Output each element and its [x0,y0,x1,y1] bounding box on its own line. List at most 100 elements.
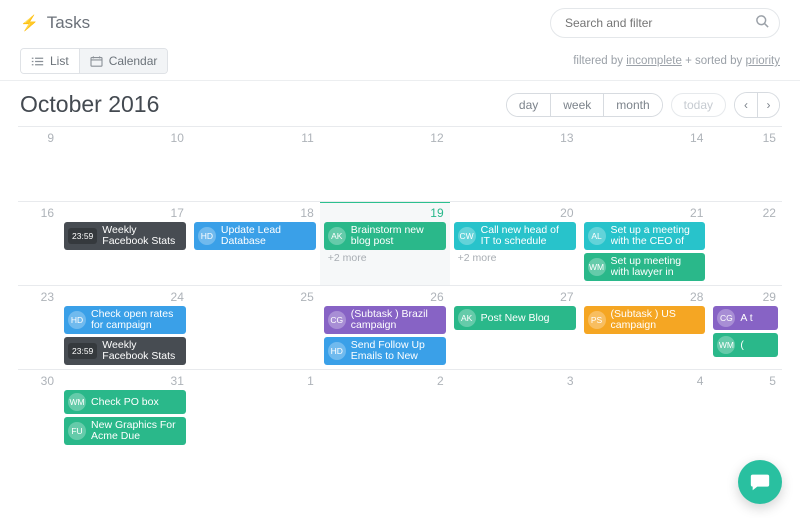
today-indicator [320,202,450,203]
event[interactable]: WMSet up meeting with lawyer in [584,253,706,281]
month-title: October 2016 [20,91,159,118]
event[interactable]: HDSend Follow Up Emails to New [324,337,446,365]
bolt-icon: ⚡ [20,14,39,32]
events: HDCheck open rates for campaign 23:59Week… [64,306,186,365]
day-number: 10 [64,130,186,145]
day-cell[interactable]: 22 [709,202,782,285]
events: ALSet up a meeting with the CEO of WMSet … [584,222,706,281]
event[interactable]: 23:59Weekly Facebook Stats [64,337,186,365]
filter-link[interactable]: incomplete [626,55,682,67]
day-number: 27 [454,289,576,304]
day-cell[interactable]: 20CWCall new head of IT to schedule+2 mo… [450,202,580,285]
day-number: 4 [584,373,706,388]
event[interactable]: HDUpdate Lead Database [194,222,316,250]
day-cell[interactable]: 25 [190,286,320,369]
event-title: Brainstorm new blog post [351,225,441,247]
list-icon [31,56,44,67]
event[interactable]: AKBrainstorm new blog post [324,222,446,250]
prev-button[interactable]: ‹ [735,93,757,117]
event-title: Check PO box [91,397,181,408]
range-week[interactable]: week [550,94,603,116]
events: AKPost New Blog [454,306,576,330]
tab-calendar[interactable]: Calendar [79,49,168,73]
today-button[interactable]: today [671,93,726,117]
more-link[interactable]: +2 more [324,250,446,264]
events: AKBrainstorm new blog post [324,222,446,250]
day-cell[interactable]: 14 [580,127,710,201]
day-cell[interactable]: 5 [709,370,782,449]
day-number: 18 [194,205,316,220]
day-cell[interactable]: 28PS(Subtask ) US campaign [580,286,710,369]
day-cell[interactable]: 31 WMCheck PO box FUNew Graphics For Acme … [60,370,190,449]
day-cell[interactable]: 3 [450,370,580,449]
event-title: Weekly Facebook Stats [102,225,181,247]
day-cell[interactable]: 11 [190,127,320,201]
day-cell[interactable]: 2 [320,370,450,449]
day-cell[interactable]: 9 [18,127,60,201]
avatar: CG [328,311,346,329]
avatar: CW [458,227,476,245]
day-cell[interactable]: 24HDCheck open rates for campaign23:59We… [60,286,190,369]
event-title: ( [740,340,773,351]
avatar: HD [328,342,346,360]
day-cell[interactable]: 23 [18,286,60,369]
range-month[interactable]: month [603,94,661,116]
event-time-badge: 23:59 [68,343,97,359]
event-title: A t [740,313,773,324]
day-cell[interactable]: 21 ALSet up a meeting with the CEO of WMSe… [580,202,710,285]
day-cell[interactable]: 27 AKPost New Blog [450,286,580,369]
day-cell[interactable]: 16 [18,202,60,285]
event[interactable]: PS (Subtask ) US campaign [584,306,706,334]
event-title: (Subtask ) US campaign [611,309,701,331]
chevron-right-icon: › [767,98,771,112]
event-title: New Graphics For Acme Due [91,420,181,442]
event[interactable]: CWCall new head of IT to schedule [454,222,576,250]
search-input[interactable] [550,8,780,38]
view-tabs: List Calendar [20,48,168,74]
avatar: HD [68,311,86,329]
day-cell[interactable]: 26CG(Subtask ) Brazil campaignHDSend Fol… [320,286,450,369]
day-number: 16 [22,205,56,220]
day-number: 19 [324,205,446,220]
page-title: ⚡ Tasks [20,13,90,33]
event[interactable]: FUNew Graphics For Acme Due [64,417,186,445]
day-cell[interactable]: 19 AKBrainstorm new blog post+2 more [320,202,450,285]
event[interactable]: WM ( [713,333,778,357]
event[interactable]: ALSet up a meeting with the CEO of [584,222,706,250]
day-number: 21 [584,205,706,220]
tab-list[interactable]: List [21,49,79,73]
day-cell[interactable]: 1723:59Weekly Facebook Stats [60,202,190,285]
week-row: 9101112131415 [18,126,782,201]
week-row: 3031WMCheck PO boxFUNew Graphics For Acm… [18,369,782,449]
events: CWCall new head of IT to schedule [454,222,576,250]
avatar: WM [717,336,735,354]
day-cell[interactable]: 13 [450,127,580,201]
event[interactable]: WMCheck PO box [64,390,186,414]
avatar: PS [588,311,606,329]
day-cell[interactable]: 4 [580,370,710,449]
chat-button[interactable] [738,460,782,504]
day-number: 14 [584,130,706,145]
event[interactable]: AKPost New Blog [454,306,576,330]
day-cell[interactable]: 1 [190,370,320,449]
event[interactable]: HDCheck open rates for campaign [64,306,186,334]
chevron-left-icon: ‹ [744,98,748,112]
day-number: 11 [194,130,316,145]
day-cell[interactable]: 12 [320,127,450,201]
event[interactable]: CG(Subtask ) Brazil campaign [324,306,446,334]
event[interactable]: 23:59 Weekly Facebook Stats [64,222,186,250]
search-icon[interactable] [755,14,770,32]
search-wrap [550,8,780,38]
day-number: 31 [64,373,186,388]
more-link[interactable]: +2 more [454,250,576,264]
day-cell[interactable]: 29CGA tWM( [709,286,782,369]
day-cell[interactable]: 10 [60,127,190,201]
range-day[interactable]: day [507,94,550,116]
day-cell[interactable]: 15 [709,127,782,201]
day-cell[interactable]: 18 HDUpdate Lead Database [190,202,320,285]
day-cell[interactable]: 30 [18,370,60,449]
event[interactable]: CGA t [713,306,778,330]
event-time-badge: 23:59 [68,228,97,244]
next-button[interactable]: › [757,93,779,117]
sort-link[interactable]: priority [745,55,780,67]
